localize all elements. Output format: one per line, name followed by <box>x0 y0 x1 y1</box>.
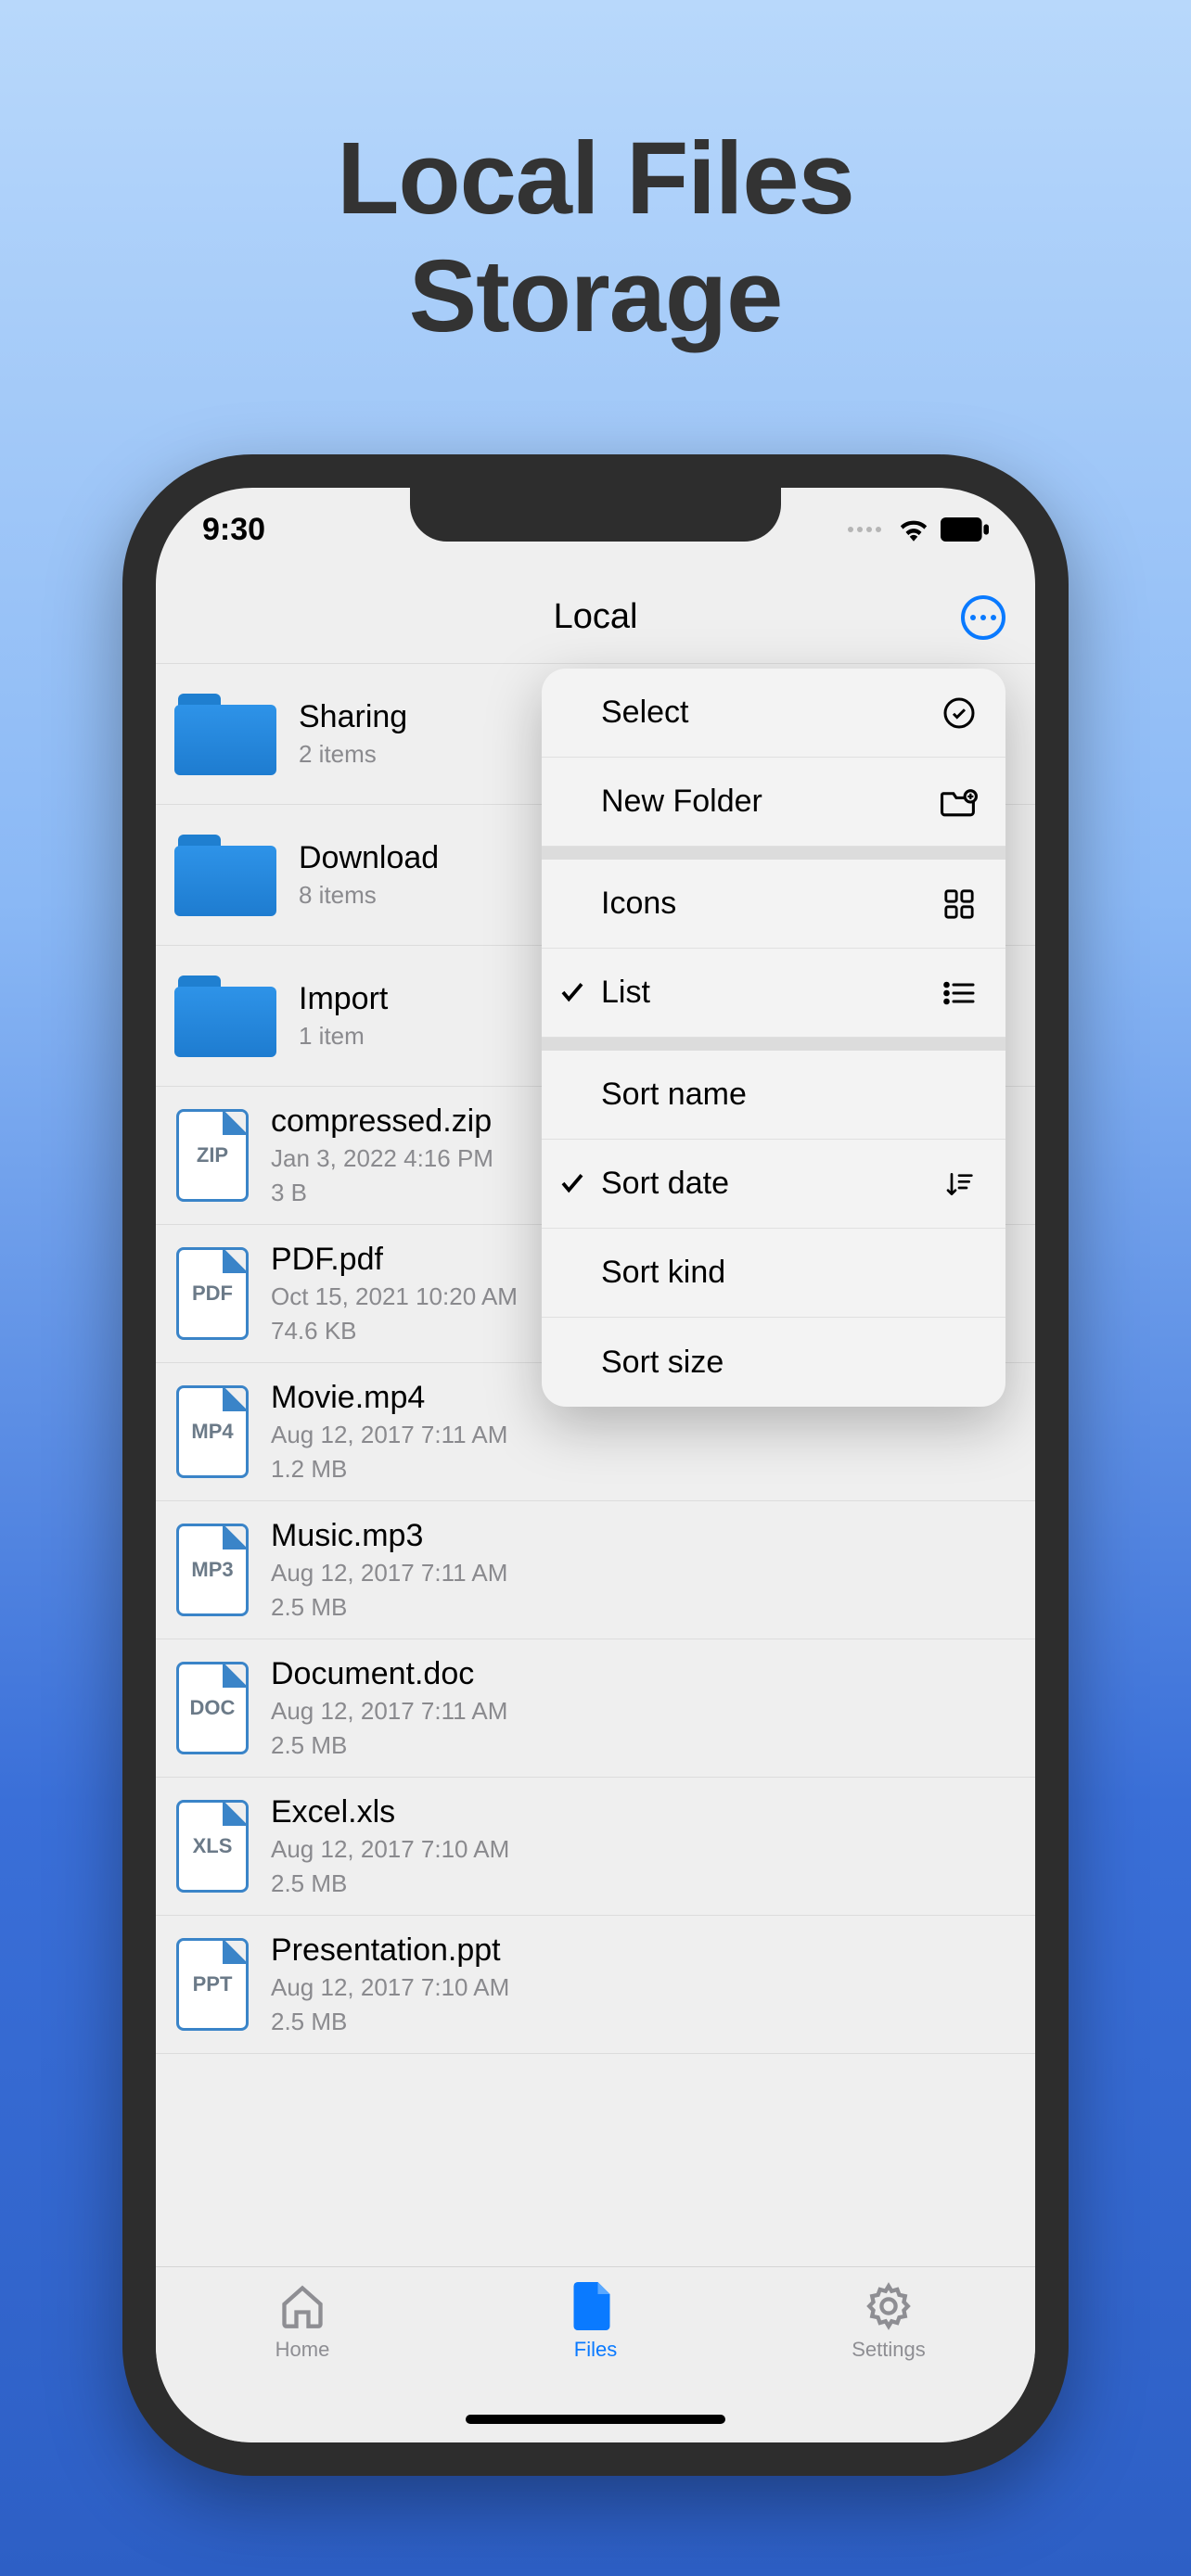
files-icon <box>571 2282 620 2330</box>
file-name: Presentation.ppt <box>271 1932 1013 1969</box>
file-icon: DOC <box>176 1662 249 1754</box>
menu-new-folder[interactable]: New Folder <box>542 758 1005 847</box>
file-size: 2.5 MB <box>271 1730 1013 1761</box>
more-button[interactable] <box>961 595 1005 640</box>
menu-label: Icons <box>601 886 676 922</box>
tab-label: Settings <box>852 2338 926 2362</box>
file-icon: MP3 <box>176 1524 249 1616</box>
status-time: 9:30 <box>202 512 265 548</box>
promo-line-1: Local Files <box>0 121 1191 238</box>
file-size: 2.5 MB <box>271 1592 1013 1623</box>
file-row[interactable]: DOC Document.doc Aug 12, 2017 7:11 AM 2.… <box>156 1639 1035 1778</box>
menu-label: Sort name <box>601 1077 747 1113</box>
context-menu: Select New Folder Icons <box>542 669 1005 1407</box>
menu-label: Sort date <box>601 1166 729 1202</box>
tab-settings[interactable]: Settings <box>814 2282 963 2442</box>
file-name: Excel.xls <box>271 1794 1013 1830</box>
menu-select[interactable]: Select <box>542 669 1005 758</box>
menu-label: List <box>601 975 650 1011</box>
file-icon: PDF <box>176 1247 249 1340</box>
menu-separator <box>542 1038 1005 1051</box>
menu-view-list[interactable]: List <box>542 949 1005 1038</box>
list-icon <box>941 975 978 1012</box>
folder-icon <box>174 976 276 1057</box>
wifi-icon <box>898 517 929 542</box>
tab-home[interactable]: Home <box>228 2282 377 2442</box>
menu-separator <box>542 847 1005 860</box>
home-icon <box>278 2282 327 2330</box>
file-date: Aug 12, 2017 7:10 AM <box>271 1972 1013 2003</box>
cellular-dots-icon <box>848 527 881 532</box>
file-icon: MP4 <box>176 1385 249 1478</box>
menu-view-icons[interactable]: Icons <box>542 860 1005 949</box>
promo-line-2: Storage <box>0 238 1191 356</box>
menu-label: Sort size <box>601 1345 724 1381</box>
file-date: Aug 12, 2017 7:11 AM <box>271 1558 1013 1588</box>
file-row[interactable]: MP3 Music.mp3 Aug 12, 2017 7:11 AM 2.5 M… <box>156 1501 1035 1639</box>
file-name: Music.mp3 <box>271 1518 1013 1554</box>
file-size: 1.2 MB <box>271 1454 1013 1485</box>
file-row[interactable]: XLS Excel.xls Aug 12, 2017 7:10 AM 2.5 M… <box>156 1778 1035 1916</box>
sort-descending-icon <box>941 1166 978 1203</box>
nav-bar: Local <box>156 571 1035 664</box>
file-icon: ZIP <box>176 1109 249 1202</box>
menu-sort-date[interactable]: Sort date <box>542 1140 1005 1229</box>
file-row[interactable]: PPT Presentation.ppt Aug 12, 2017 7:10 A… <box>156 1916 1035 2054</box>
file-icon: XLS <box>176 1800 249 1893</box>
menu-label: Select <box>601 695 689 731</box>
tab-label: Files <box>574 2338 617 2362</box>
select-circle-check-icon <box>941 695 978 732</box>
page-title: Local <box>554 597 638 637</box>
file-date: Aug 12, 2017 7:11 AM <box>271 1420 1013 1450</box>
file-name: Document.doc <box>271 1656 1013 1692</box>
menu-sort-name[interactable]: Sort name <box>542 1051 1005 1140</box>
tab-label: Home <box>275 2338 330 2362</box>
folder-icon <box>174 835 276 916</box>
gear-icon <box>864 2282 913 2330</box>
file-size: 2.5 MB <box>271 2007 1013 2037</box>
menu-label: New Folder <box>601 784 762 820</box>
menu-sort-size[interactable]: Sort size <box>542 1318 1005 1407</box>
menu-label: Sort kind <box>601 1255 725 1291</box>
folder-icon <box>174 694 276 775</box>
file-icon: PPT <box>176 1938 249 2031</box>
menu-sort-kind[interactable]: Sort kind <box>542 1229 1005 1318</box>
phone-notch <box>410 486 781 542</box>
battery-icon <box>941 517 989 542</box>
checkmark-icon <box>558 1169 588 1199</box>
phone-mockup: 9:30 Local Sharing 2 items <box>122 454 1069 2476</box>
file-date: Aug 12, 2017 7:10 AM <box>271 1834 1013 1865</box>
file-date: Aug 12, 2017 7:11 AM <box>271 1696 1013 1727</box>
grid-icon <box>941 886 978 923</box>
home-indicator[interactable] <box>466 2415 725 2424</box>
file-size: 2.5 MB <box>271 1868 1013 1899</box>
checkmark-icon <box>558 978 588 1008</box>
folder-plus-icon <box>941 784 978 821</box>
promo-title: Local Files Storage <box>0 0 1191 355</box>
